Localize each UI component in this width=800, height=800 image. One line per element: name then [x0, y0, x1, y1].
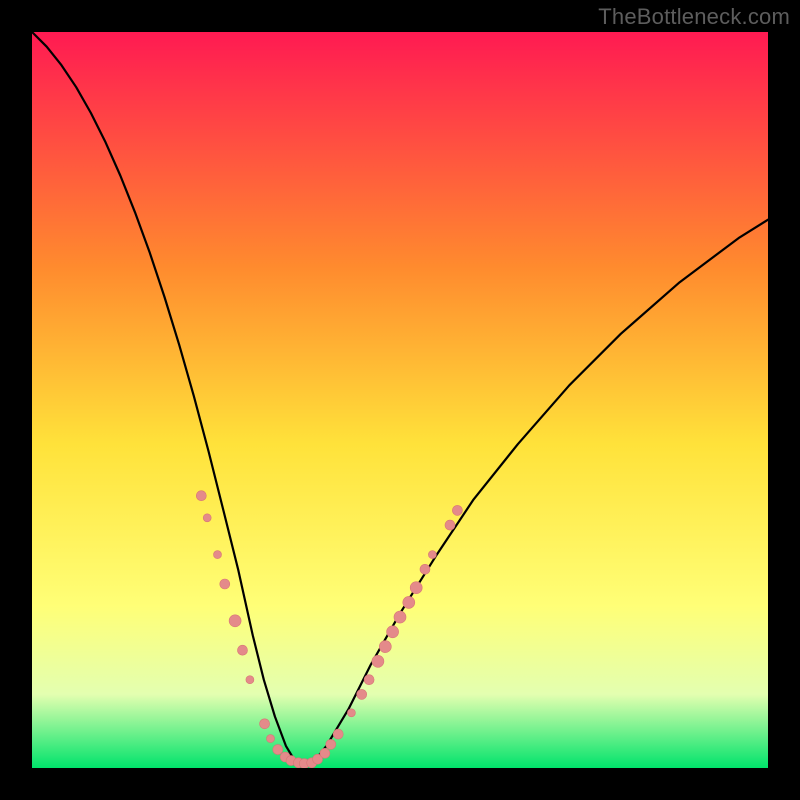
- curve-marker: [260, 719, 270, 729]
- curve-marker: [203, 514, 211, 522]
- curve-marker: [229, 615, 241, 627]
- chart-canvas: TheBottleneck.com: [0, 0, 800, 800]
- curve-marker: [273, 745, 283, 755]
- curve-marker: [372, 655, 384, 667]
- curve-marker: [428, 551, 436, 559]
- curve-marker: [403, 596, 415, 608]
- curve-marker: [379, 641, 391, 653]
- curve-marker: [410, 582, 422, 594]
- watermark-label: TheBottleneck.com: [598, 4, 790, 30]
- curve-marker: [452, 505, 462, 515]
- curve-marker: [387, 626, 399, 638]
- curve-marker: [357, 689, 367, 699]
- curve-marker: [196, 491, 206, 501]
- curve-marker: [267, 735, 275, 743]
- curve-marker: [445, 520, 455, 530]
- curve-marker: [364, 675, 374, 685]
- curve-marker: [420, 564, 430, 574]
- plot-area: [32, 32, 768, 768]
- gradient-background: [32, 32, 768, 768]
- curve-marker: [394, 611, 406, 623]
- curve-marker: [326, 739, 336, 749]
- curve-marker: [238, 645, 248, 655]
- curve-marker: [333, 729, 343, 739]
- curve-marker: [220, 579, 230, 589]
- curve-marker: [246, 676, 254, 684]
- curve-marker: [320, 748, 330, 758]
- curve-marker: [214, 551, 222, 559]
- plot-svg: [32, 32, 768, 768]
- curve-marker: [347, 709, 355, 717]
